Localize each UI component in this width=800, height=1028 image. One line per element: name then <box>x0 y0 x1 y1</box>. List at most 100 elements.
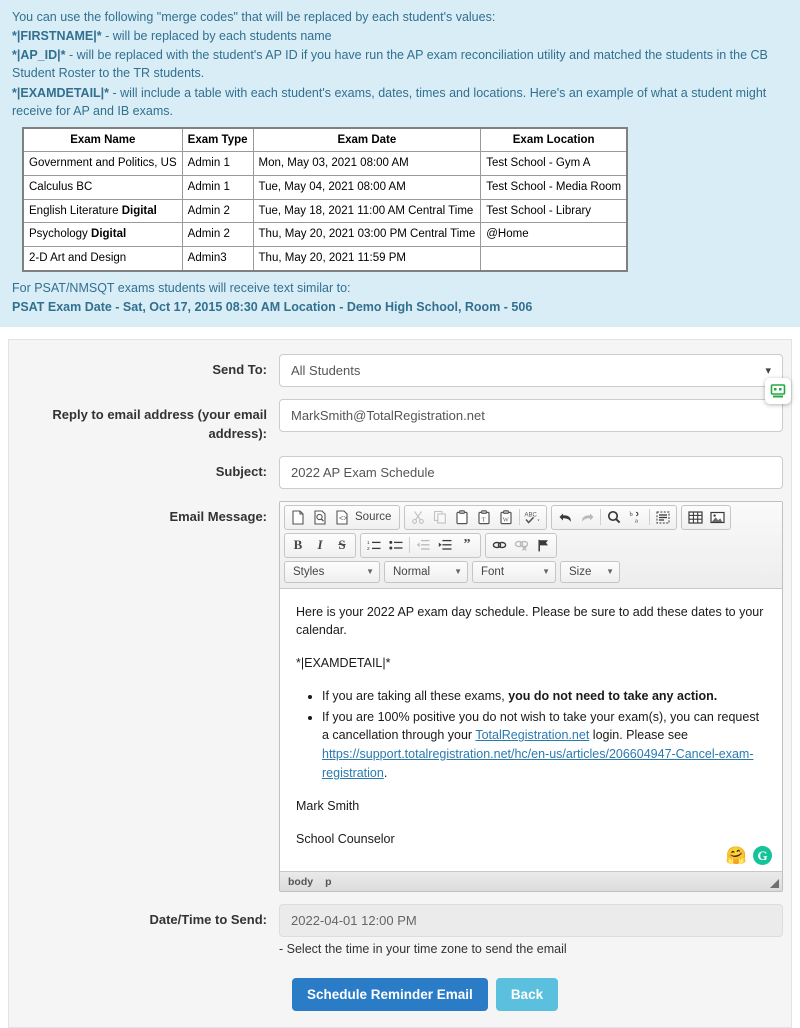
merge-code-apid: *|AP_ID|* <box>12 48 66 63</box>
editor-content-area[interactable]: Here is your 2022 AP exam day schedule. … <box>280 588 782 872</box>
cell-exam-location <box>480 246 628 272</box>
exam-table-wrapper: Exam Name Exam Type Exam Date Exam Locat… <box>12 121 788 276</box>
cell-exam-name: English Literature Digital <box>22 198 183 224</box>
schedule-reminder-email-button[interactable]: Schedule Reminder Email <box>292 978 488 1012</box>
size-dropdown[interactable]: Size ▼ <box>560 560 620 583</box>
info-examdetail-line: *|EXAMDETAIL|* - will include a table wi… <box>12 84 788 120</box>
column-header-exam-name: Exam Name <box>22 127 183 153</box>
datetime-control: 2022-04-01 12:00 PM - Select the time in… <box>279 904 791 956</box>
chevron-down-icon: ▾ <box>765 365 771 378</box>
subject-label: Subject: <box>215 463 267 479</box>
reminder-email-form: Send To: All Students ▾ Reply to email a… <box>8 339 792 1028</box>
cell-exam-type: Admin 1 <box>181 175 254 200</box>
indent-icon[interactable] <box>434 535 456 556</box>
table-header-row: Exam Name Exam Type Exam Date Exam Locat… <box>22 127 628 153</box>
paragraph-format-label: Normal <box>393 565 431 578</box>
reply-to-label: Reply to email address (your email addre… <box>52 407 267 441</box>
select-all-icon[interactable] <box>652 507 674 528</box>
text-format-group: B I S <box>284 532 356 558</box>
paste-from-word-icon[interactable]: W <box>495 507 517 528</box>
bullet2-mid-text: login. Please see <box>589 728 688 743</box>
send-to-select[interactable]: All Students ▾ <box>279 354 783 388</box>
unlink-icon[interactable] <box>510 535 532 556</box>
signature-name: Mark Smith <box>296 798 360 813</box>
anchor-icon[interactable] <box>532 535 554 556</box>
svg-text:<>: <> <box>339 515 347 523</box>
datetime-input[interactable]: 2022-04-01 12:00 PM <box>279 904 783 938</box>
chevron-down-icon: ▼ <box>606 567 614 577</box>
toolbar-separator <box>649 509 651 526</box>
chevron-down-icon: ▼ <box>542 567 550 577</box>
email-intro-paragraph: Here is your 2022 AP exam day schedule. … <box>296 604 764 638</box>
grammarly-icon[interactable]: G <box>753 846 772 866</box>
strikethrough-icon[interactable]: S <box>331 535 353 556</box>
copy-icon[interactable] <box>429 507 451 528</box>
reply-to-email-input[interactable]: MarkSmith@TotalRegistration.net <box>279 399 783 433</box>
editor-toolbar: <> Source T W ABC b a B I S 1 2 ” Styles… <box>280 501 782 589</box>
send-to-row: Send To: All Students ▾ <box>9 354 791 388</box>
source-button-label[interactable]: Source <box>353 507 397 528</box>
green-monitor-icon <box>770 384 786 398</box>
send-to-value: All Students <box>291 363 361 379</box>
new-page-icon[interactable] <box>287 507 309 528</box>
signature-title: School Counselor <box>296 832 395 847</box>
element-path-p[interactable]: p <box>325 876 331 888</box>
subject-control: 2022 AP Exam Schedule <box>279 455 791 489</box>
find-icon[interactable] <box>603 507 625 528</box>
bold-icon[interactable]: B <box>287 535 309 556</box>
list-indent-group: 12 ” <box>360 532 481 558</box>
cell-exam-date: Tue, May 18, 2021 11:00 AM Central Time <box>252 198 482 224</box>
clipboard-tools-group: T W ABC <box>404 504 548 530</box>
numbered-list-icon[interactable]: 12 <box>363 535 385 556</box>
table-row: Psychology Digital Admin 2 Thu, May 20, 20… <box>22 222 628 248</box>
toolbar-separator <box>600 509 602 526</box>
back-button[interactable]: Back <box>495 978 559 1012</box>
table-icon[interactable] <box>684 507 706 528</box>
subject-input[interactable]: 2022 AP Exam Schedule <box>279 455 783 489</box>
datetime-label: Date/Time to Send: <box>149 912 267 928</box>
font-dropdown[interactable]: Font ▼ <box>472 560 556 583</box>
paste-icon[interactable] <box>451 507 473 528</box>
totalregistration-link[interactable]: TotalRegistration.net <box>475 728 589 742</box>
cell-exam-name: Psychology Digital <box>22 222 183 248</box>
cut-icon[interactable] <box>407 507 429 528</box>
reply-to-control: MarkSmith@TotalRegistration.net <box>279 399 791 433</box>
link-icon[interactable] <box>488 535 510 556</box>
cell-exam-type: Admin3 <box>181 246 254 272</box>
merge-code-firstname-desc: - will be replaced by each students name <box>101 29 332 44</box>
editor-resize-handle[interactable] <box>770 879 779 889</box>
datetime-row: Date/Time to Send: 2022-04-01 12:00 PM -… <box>9 904 791 956</box>
column-header-exam-date: Exam Date <box>252 127 482 153</box>
redo-icon[interactable] <box>576 507 598 528</box>
undo-icon[interactable] <box>554 507 576 528</box>
templates-icon[interactable]: <> <box>331 507 353 528</box>
blockquote-icon[interactable]: ” <box>456 535 478 556</box>
bulleted-list-icon[interactable] <box>385 535 407 556</box>
bullet2-period: . <box>383 765 388 780</box>
subject-value: 2022 AP Exam Schedule <box>291 464 435 480</box>
paste-as-plain-text-icon[interactable]: T <box>473 507 495 528</box>
svg-text:W: W <box>503 516 510 523</box>
browser-extension-badge[interactable] <box>765 378 791 405</box>
styles-dropdown[interactable]: Styles ▼ <box>284 560 380 583</box>
element-path-body[interactable]: body <box>288 876 313 888</box>
paragraph-format-dropdown[interactable]: Normal ▼ <box>384 560 468 583</box>
spellcheck-icon[interactable]: ABC <box>522 507 544 528</box>
cell-exam-date: Thu, May 20, 2021 11:59 PM <box>252 246 482 272</box>
insert-tools-group <box>681 504 732 530</box>
replace-icon[interactable]: ba <box>625 507 647 528</box>
outdent-icon[interactable] <box>412 535 434 556</box>
bullet1-text: If you are taking all these exams, <box>322 688 509 703</box>
list-item: If you are 100% positive you do not wish… <box>322 708 766 783</box>
hugging-face-emoji-icon[interactable]: 🤗 <box>726 847 747 864</box>
table-row: English Literature Digital Admin 2 Tue, Ma… <box>22 198 628 224</box>
editor-toolbar-row-1: <> Source T W ABC b a <box>284 504 780 530</box>
italic-icon[interactable]: I <box>309 535 331 556</box>
editor-toolbar-row-3: Styles ▼ Normal ▼ Font ▼ Size ▼ <box>284 560 780 583</box>
editor-toolbar-row-2: B I S 12 ” <box>284 532 780 558</box>
merge-code-examdetail: *|EXAMDETAIL|* <box>12 85 110 100</box>
editor-floating-icons: 🤗 G <box>726 846 772 866</box>
preview-icon[interactable] <box>309 507 331 528</box>
svg-text:1: 1 <box>367 540 370 545</box>
image-icon[interactable] <box>706 507 728 528</box>
